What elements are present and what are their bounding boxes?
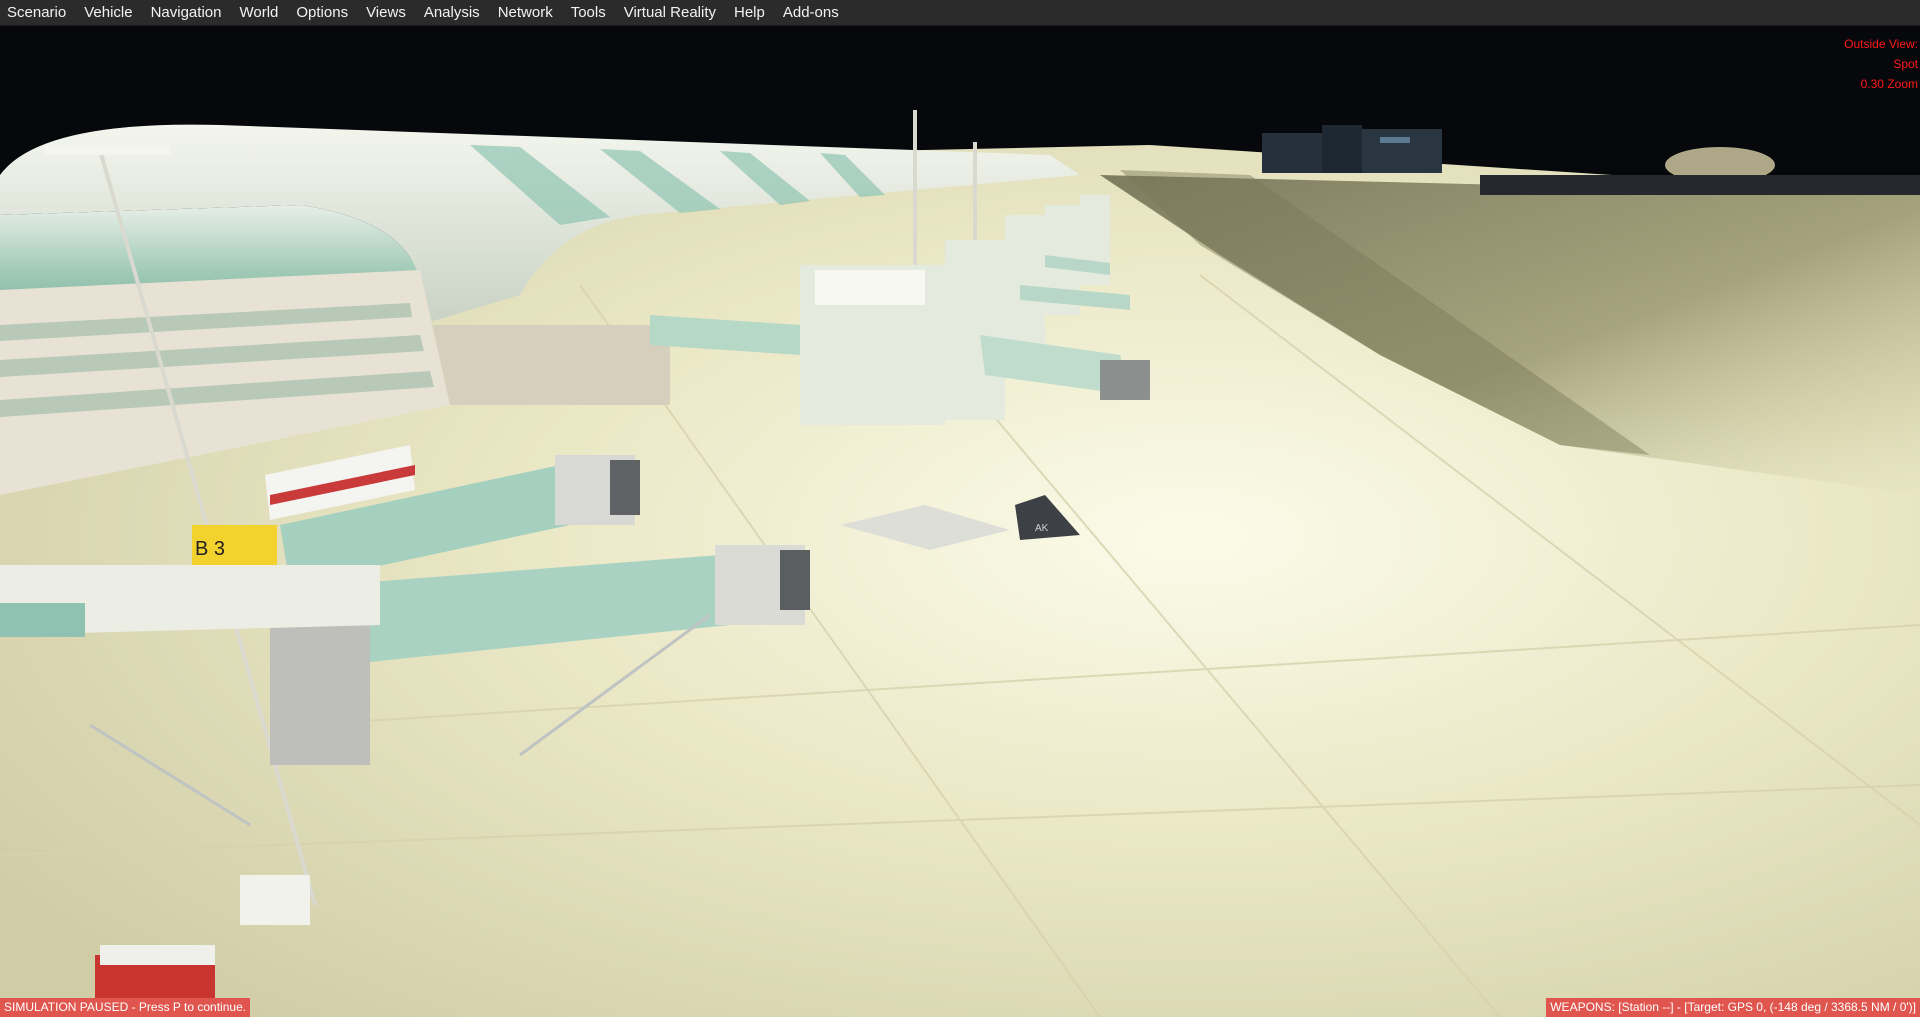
menu-vehicle[interactable]: Vehicle <box>75 0 141 25</box>
menu-bar: Scenario Vehicle Navigation World Options Vie… <box>0 0 1920 26</box>
menu-tools[interactable]: Tools <box>562 0 615 25</box>
view-mode-label: Outside View: <box>1844 37 1918 51</box>
menu-add-ons[interactable]: Add-ons <box>774 0 848 25</box>
menu-network[interactable]: Network <box>489 0 562 25</box>
menu-options[interactable]: Options <box>287 0 357 25</box>
menu-views[interactable]: Views <box>357 0 415 25</box>
menu-help[interactable]: Help <box>725 0 774 25</box>
menu-analysis[interactable]: Analysis <box>415 0 489 25</box>
menu-navigation[interactable]: Navigation <box>142 0 231 25</box>
zoom-readout: 0.30 Zoom <box>1860 77 1918 91</box>
light-pole-base <box>240 875 310 925</box>
service-cart-top <box>100 945 215 965</box>
light-pole-lamps <box>45 145 170 155</box>
simulator-3d-view[interactable]: B 3 AK <box>0 25 1920 1017</box>
weapons-status-banner: WEAPONS: [Station --] - [Target: GPS 0, … <box>1546 998 1920 1017</box>
aircraft-tail-code: AK <box>1035 523 1049 534</box>
jet-bridge-cab-distant <box>1100 360 1150 400</box>
view-mode-value: Spot <box>1893 57 1918 71</box>
menu-virtual-reality[interactable]: Virtual Reality <box>615 0 725 25</box>
gate-sign-distant <box>815 270 925 305</box>
simulation-paused-banner: SIMULATION PAUSED - Press P to continue. <box>0 998 251 1017</box>
menu-world[interactable]: World <box>230 0 287 25</box>
gate-sign-text: B 3 <box>195 538 225 560</box>
view-info: Outside View: Spot 0.30 Zoom <box>1844 34 1918 94</box>
terminal-base <box>420 325 670 405</box>
walkway-glass <box>0 603 85 637</box>
menu-scenario[interactable]: Scenario <box>0 0 75 25</box>
